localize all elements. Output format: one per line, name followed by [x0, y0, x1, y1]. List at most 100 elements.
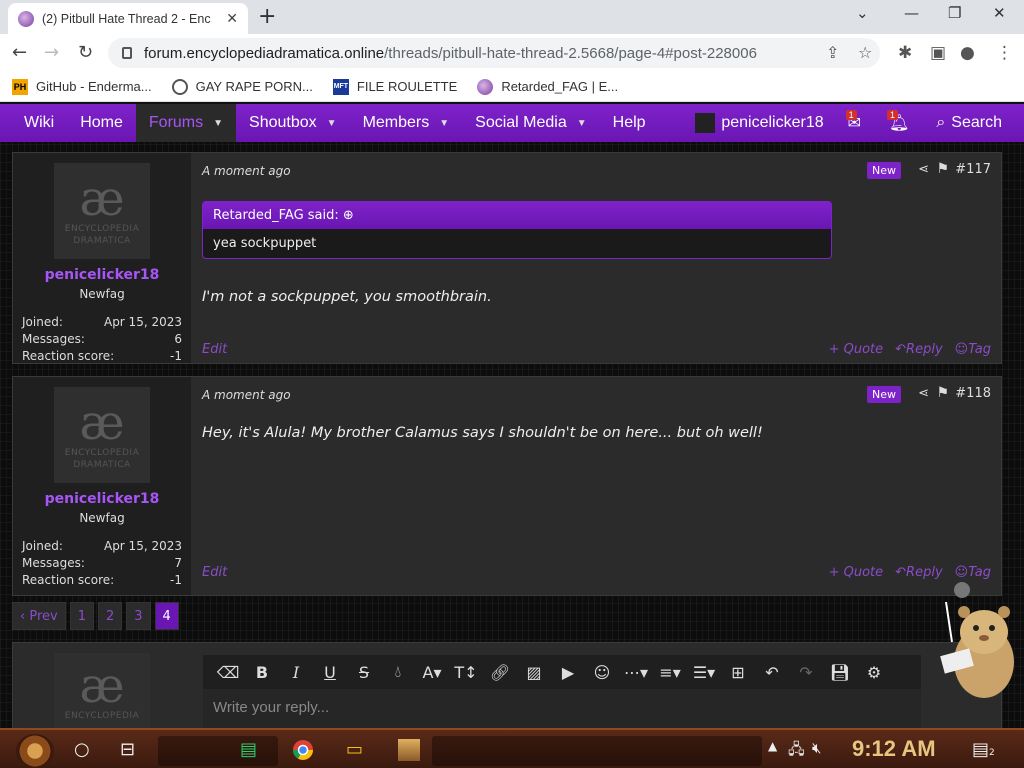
- page-4-current[interactable]: 4: [154, 602, 179, 630]
- page-1[interactable]: 1: [69, 602, 94, 630]
- bookmark-icon[interactable]: ⚑: [936, 385, 949, 401]
- post-time[interactable]: A moment ago: [202, 164, 291, 178]
- image-icon[interactable]: ▨: [517, 663, 551, 682]
- list-icon[interactable]: ☰▾: [687, 663, 721, 682]
- align-icon[interactable]: ≡▾: [653, 663, 687, 682]
- quote-header[interactable]: Retarded_FAG said: ⊕: [203, 202, 831, 229]
- share-icon[interactable]: ⋖: [918, 386, 929, 401]
- nav-forums[interactable]: Forums ▼: [135, 104, 237, 142]
- table-icon[interactable]: ⊞: [721, 663, 755, 682]
- forward-icon[interactable]: →: [44, 42, 59, 63]
- more-options-icon[interactable]: ⋯▾: [619, 663, 653, 682]
- omnibox[interactable]: forum.encyclopediadramatica.online/threa…: [108, 38, 880, 68]
- network-icon[interactable]: 🖧︎: [788, 739, 805, 764]
- chevron-down-icon[interactable]: ▼: [327, 118, 337, 129]
- game-app-icon[interactable]: [398, 739, 420, 766]
- reply-input[interactable]: Write your reply...: [203, 689, 921, 731]
- back-icon[interactable]: ←: [12, 42, 27, 63]
- font-size-icon[interactable]: T↕: [449, 663, 483, 682]
- close-window-icon[interactable]: ✕: [993, 4, 1006, 22]
- tab-close-icon[interactable]: ✕: [226, 11, 238, 27]
- page-2[interactable]: 2: [97, 602, 123, 630]
- strikethrough-icon[interactable]: S: [347, 663, 381, 682]
- post-time[interactable]: A moment ago: [202, 388, 291, 402]
- edit-link[interactable]: Edit: [202, 565, 227, 580]
- nav-shoutbox[interactable]: Shoutbox ▼: [236, 104, 350, 142]
- media-icon[interactable]: ▶: [551, 663, 585, 682]
- alerts-button[interactable]: 1 🔔︎: [875, 104, 923, 142]
- nav-account[interactable]: penicelicker18: [682, 104, 833, 142]
- search-button[interactable]: ⌕ Search: [923, 104, 1024, 142]
- tray-chevron-icon[interactable]: ▲: [768, 739, 777, 753]
- nav-help[interactable]: Help: [600, 104, 659, 142]
- browser-tab[interactable]: (2) Pitbull Hate Thread 2 - Enc ✕: [8, 3, 248, 34]
- redo-icon[interactable]: ↷: [789, 663, 823, 682]
- extensions-icon[interactable]: ✱: [898, 43, 912, 63]
- edit-link[interactable]: Edit: [202, 342, 227, 357]
- clock[interactable]: 9:12 AM: [852, 736, 936, 762]
- avatar[interactable]: æ ENCYCLOPEDIA DRAMATICA: [54, 163, 150, 259]
- notifications-icon[interactable]: ▤2: [972, 739, 995, 760]
- chevron-down-icon[interactable]: ▼: [577, 118, 587, 129]
- profile-icon[interactable]: ●: [960, 43, 975, 63]
- bookmark-label: FILE ROULETTE: [356, 79, 458, 94]
- quote-button[interactable]: + Quote: [829, 342, 884, 357]
- bold-icon[interactable]: B: [245, 663, 279, 682]
- volume-muted-icon[interactable]: 🔇︎: [812, 739, 821, 757]
- tab-search-chevron-icon[interactable]: ⌄: [856, 4, 869, 22]
- prev-page-button[interactable]: ‹ Prev: [12, 602, 66, 630]
- smiley-icon[interactable]: ☺: [585, 663, 619, 682]
- restore-icon[interactable]: ❐: [948, 4, 961, 22]
- start-button[interactable]: [16, 734, 54, 768]
- post-username[interactable]: penicelicker18: [13, 491, 191, 507]
- task-view-icon[interactable]: ⊟: [120, 739, 135, 760]
- post-number[interactable]: #117: [955, 162, 991, 177]
- share-icon[interactable]: ⋖: [918, 162, 929, 177]
- bookmark-retarded-fag[interactable]: Retarded_FAG | E...: [477, 78, 618, 95]
- menu-icon[interactable]: ⋮: [996, 43, 1013, 63]
- nav-social-media[interactable]: Social Media ▼: [462, 104, 600, 142]
- share-page-icon[interactable]: ⇪: [826, 43, 839, 62]
- nav-members[interactable]: Members ▼: [350, 104, 463, 142]
- inbox-button[interactable]: 1 ✉: [834, 104, 875, 142]
- bookmark-file-roulette[interactable]: MFT FILE ROULETTE: [332, 78, 458, 95]
- side-panel-icon[interactable]: ▣: [930, 43, 946, 63]
- tag-button[interactable]: ☺Tag: [955, 342, 991, 357]
- file-explorer-icon[interactable]: ▭: [346, 739, 363, 760]
- reply-button[interactable]: ↶Reply: [895, 342, 943, 357]
- quote-button[interactable]: + Quote: [829, 565, 884, 580]
- color-drop-icon[interactable]: 💧︎: [381, 662, 415, 682]
- post-number[interactable]: #118: [955, 386, 991, 401]
- chevron-down-icon[interactable]: ▼: [213, 118, 223, 129]
- nav-wiki[interactable]: Wiki: [0, 104, 67, 142]
- gear-icon[interactable]: ⚙: [857, 663, 891, 682]
- underline-icon[interactable]: U: [313, 663, 347, 682]
- url-text: forum.encyclopediadramatica.online/threa…: [144, 44, 757, 62]
- bookmark-github[interactable]: PH GitHub - Enderma...: [12, 78, 152, 95]
- undo-icon[interactable]: ↶: [755, 663, 789, 682]
- avatar-glyph: æ: [79, 658, 125, 714]
- bookmark-star-icon[interactable]: ☆: [858, 43, 872, 62]
- thread-content: æ ENCYCLOPEDIA DRAMATICA penicelicker18 …: [0, 142, 1024, 731]
- arrow-up-circle-icon[interactable]: ⊕: [343, 208, 354, 223]
- chrome-app-icon[interactable]: [292, 739, 314, 766]
- reload-icon[interactable]: ↻: [78, 42, 93, 63]
- link-icon[interactable]: 🔗︎: [483, 663, 517, 682]
- new-tab-icon[interactable]: +: [258, 4, 276, 29]
- save-draft-icon[interactable]: 💾︎: [823, 663, 857, 682]
- nav-home[interactable]: Home: [67, 104, 136, 142]
- cortana-icon[interactable]: ○: [74, 739, 90, 760]
- reply-icon: ↶: [895, 342, 907, 357]
- chevron-down-icon[interactable]: ▼: [439, 118, 449, 129]
- bookmark-label: GAY RAPE PORN...: [195, 79, 313, 94]
- sheets-app-icon[interactable]: ▤: [240, 739, 257, 760]
- page-3[interactable]: 3: [126, 602, 151, 630]
- eraser-icon[interactable]: ⌫: [211, 663, 245, 682]
- avatar[interactable]: æ ENCYCLOPEDIA DRAMATICA: [54, 387, 150, 483]
- italic-icon[interactable]: I: [279, 663, 313, 682]
- bookmark-globe[interactable]: GAY RAPE PORN...: [171, 78, 313, 95]
- font-family-icon[interactable]: A▾: [415, 663, 449, 682]
- post-username[interactable]: penicelicker18: [13, 267, 191, 283]
- minimize-icon[interactable]: —: [904, 4, 919, 22]
- bookmark-icon[interactable]: ⚑: [936, 161, 949, 177]
